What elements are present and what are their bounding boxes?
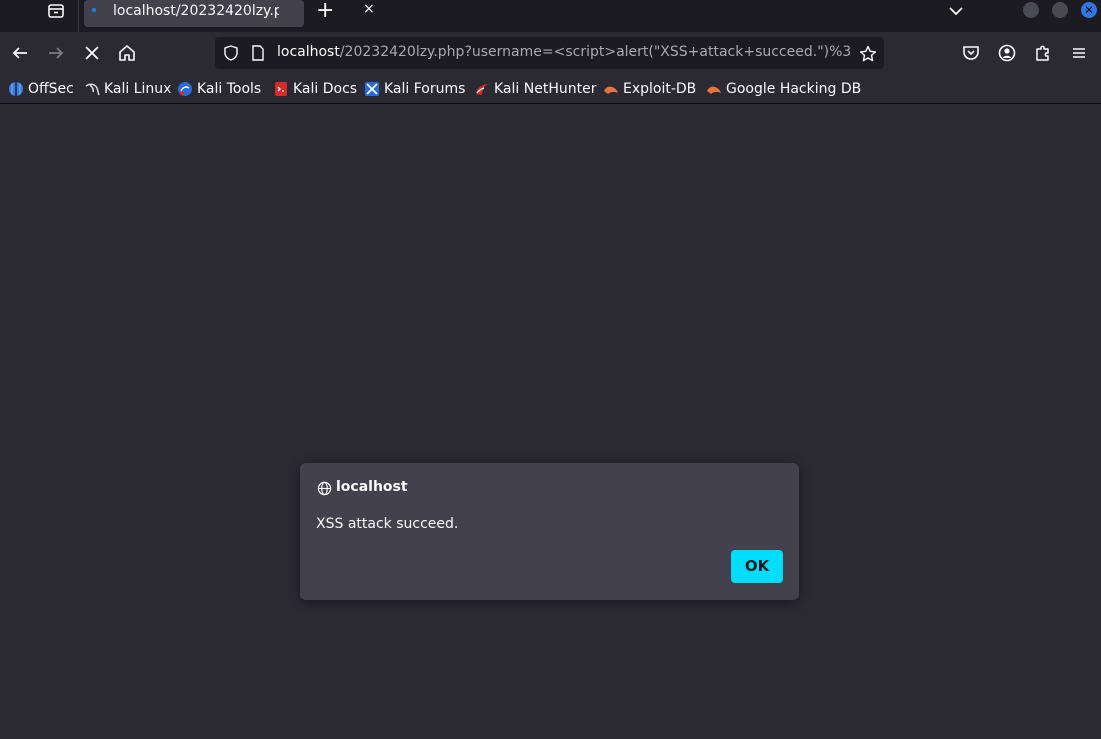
bookmark-label: OffSec	[28, 81, 74, 97]
page-content	[0, 105, 1101, 739]
bookmark-offsec[interactable]: OffSec	[8, 79, 74, 99]
ok-button[interactable]: OK	[731, 550, 783, 583]
tab-title: localhost/20232420lzy.php?username=<scri…	[113, 3, 279, 19]
bookmark-label: Kali Linux	[104, 81, 172, 97]
bookmark-label: Kali Forums	[384, 81, 466, 97]
active-tab[interactable]: localhost/20232420lzy.php?username=<scri…	[84, 0, 375, 27]
stop-loading-icon[interactable]	[81, 42, 103, 64]
bookmark-label: Kali Tools	[197, 81, 262, 97]
hamburger-menu-icon[interactable]	[1068, 42, 1090, 64]
ghdb-icon	[707, 86, 721, 94]
new-tab-button[interactable]: +	[316, 0, 334, 22]
maximize-button[interactable]	[1052, 2, 1068, 18]
tab-separator	[78, 0, 79, 32]
offsec-icon	[9, 82, 23, 96]
tab-close-icon[interactable]: ×	[363, 1, 375, 17]
extensions-puzzle-icon[interactable]	[1032, 42, 1054, 64]
navigation-toolbar: localhost/20232420lzy.php?username=<scri…	[0, 32, 1101, 73]
minimize-button[interactable]	[1023, 2, 1039, 18]
bookmark-kali-docs[interactable]: Kali Docs	[273, 79, 357, 99]
bookmark-kali-nethunter[interactable]: Kali NetHunter	[474, 79, 596, 99]
bookmark-kali-tools[interactable]: Kali Tools	[177, 79, 261, 99]
bookmark-kali-linux[interactable]: Kali Linux	[84, 79, 171, 99]
tracking-protection-shield-icon[interactable]	[223, 45, 239, 61]
bookmark-label: Exploit-DB	[623, 81, 697, 97]
alert-dialog: localhost XSS attack succeed.	[300, 463, 799, 600]
exploit-db-icon	[604, 86, 618, 94]
kali-forums-icon	[365, 82, 379, 96]
bookmark-star-icon[interactable]	[859, 45, 877, 63]
kali-docs-icon	[275, 82, 287, 96]
bookmark-google-hacking-db[interactable]: Google Hacking DB	[706, 79, 861, 99]
bookmark-exploit-db[interactable]: Exploit-DB	[603, 79, 696, 99]
tab-strip: localhost/20232420lzy.php?username=<scri…	[0, 0, 1101, 32]
page-info-icon[interactable]	[251, 45, 265, 61]
back-arrow-icon[interactable]	[9, 42, 31, 64]
globe-icon	[317, 481, 332, 496]
window-close-icon[interactable]: ✕	[1081, 2, 1097, 18]
dialog-origin: localhost	[336, 479, 408, 495]
url-text[interactable]: localhost/20232420lzy.php?username=<scri…	[277, 44, 852, 60]
loading-favicon-icon	[92, 8, 96, 12]
pocket-icon[interactable]	[960, 42, 982, 64]
home-icon[interactable]	[116, 42, 138, 64]
bookmark-label: Kali NetHunter	[494, 81, 597, 97]
bookmark-label: Google Hacking DB	[726, 81, 862, 97]
firefox-view-icon[interactable]	[44, 2, 68, 20]
kali-dragon-icon	[85, 83, 100, 96]
bookmarks-toolbar: OffSec Kali Linux Kali Tools Kali Docs K…	[0, 73, 1101, 104]
bookmark-label: Kali Docs	[293, 81, 358, 97]
address-bar[interactable]: localhost/20232420lzy.php?username=<scri…	[215, 37, 884, 69]
url-host: localhost	[277, 44, 340, 60]
url-path: /20232420lzy.php?username=<script>alert(…	[339, 44, 852, 60]
kali-tools-icon	[178, 82, 192, 96]
list-all-tabs-chevron-down-icon[interactable]	[947, 2, 965, 20]
forward-arrow-icon[interactable]	[45, 42, 67, 64]
account-icon[interactable]	[996, 42, 1018, 64]
nethunter-icon	[476, 84, 488, 95]
dialog-message: XSS attack succeed.	[316, 516, 459, 532]
bookmark-kali-forums[interactable]: Kali Forums	[364, 79, 465, 99]
